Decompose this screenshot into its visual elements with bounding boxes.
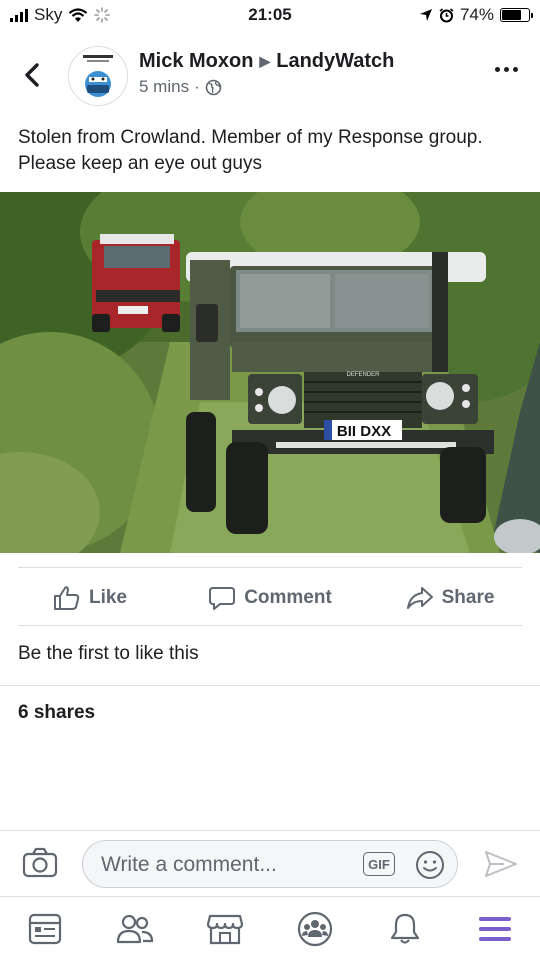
post-text: Stolen from Crowland. Member of my Respo… [18, 127, 483, 174]
status-bar: Sky 21:05 74% [0, 0, 540, 32]
marketplace-icon [207, 914, 243, 945]
send-icon[interactable] [484, 849, 518, 879]
gif-button[interactable]: GIF [363, 852, 395, 876]
groups-icon [297, 911, 333, 947]
more-options-icon[interactable] [495, 67, 518, 72]
author-avatar[interactable] [68, 46, 128, 106]
comment-button[interactable]: Comment [180, 570, 360, 626]
post-time[interactable]: 5 mins [139, 77, 189, 97]
tab-menu[interactable] [450, 897, 540, 961]
comment-composer: GIF [0, 830, 540, 897]
triangle-right-icon: ▶ [259, 53, 271, 69]
camera-icon[interactable] [22, 847, 58, 879]
author-line: Mick Moxon ▶ LandyWatch [139, 50, 394, 73]
post-header: Mick Moxon ▶ LandyWatch 5 mins · [0, 42, 540, 110]
thumbs-up-icon [53, 586, 80, 610]
group-name[interactable]: LandyWatch [276, 50, 394, 73]
reactions-divider [0, 685, 540, 686]
like-label: Like [88, 587, 128, 608]
alarm-icon [439, 7, 454, 22]
post-actions: Like Comment Share [0, 570, 540, 626]
globe-icon [205, 79, 222, 95]
battery-icon [500, 8, 533, 22]
location-arrow-icon [419, 9, 432, 21]
news-feed-icon [28, 913, 62, 945]
share-arrow-icon [406, 587, 433, 609]
like-button[interactable]: Like [0, 570, 180, 626]
status-right: 74% [419, 5, 533, 25]
group-logo-icon [83, 55, 113, 97]
comment-label: Comment [244, 587, 332, 608]
share-label: Share [441, 587, 495, 608]
back-arrow-icon[interactable] [18, 60, 48, 90]
tab-news-feed[interactable] [0, 897, 90, 961]
author-name[interactable]: Mick Moxon [139, 50, 253, 73]
likes-summary: Be the first to like this [18, 643, 199, 664]
menu-icon [479, 917, 511, 941]
comment-input[interactable] [99, 851, 343, 879]
grille-badge-text: DEFENDER [346, 372, 380, 378]
actions-bottom-divider [18, 625, 522, 626]
notifications-icon [390, 913, 420, 944]
tab-groups[interactable] [270, 897, 360, 961]
post-meta: 5 mins · [139, 77, 222, 97]
actions-top-divider [18, 567, 522, 568]
battery-percent: 74% [459, 5, 494, 24]
post-photo[interactable]: BII DXX DEFENDER [0, 192, 540, 553]
tab-marketplace[interactable] [180, 897, 270, 961]
bottom-tab-bar [0, 896, 540, 961]
tab-friends[interactable] [90, 897, 180, 961]
tab-notifications[interactable] [360, 897, 450, 961]
share-button[interactable]: Share [360, 570, 540, 626]
comment-bubble-icon [209, 587, 236, 610]
emoji-icon[interactable] [415, 850, 445, 880]
meta-separator: · [194, 77, 200, 96]
friends-icon [116, 914, 154, 944]
post-photo-image: BII DXX DEFENDER [0, 192, 540, 553]
number-plate-text: BII DXX [337, 423, 391, 440]
comment-input-box[interactable]: GIF [82, 840, 458, 888]
shares-count[interactable]: 6 shares [18, 702, 95, 724]
